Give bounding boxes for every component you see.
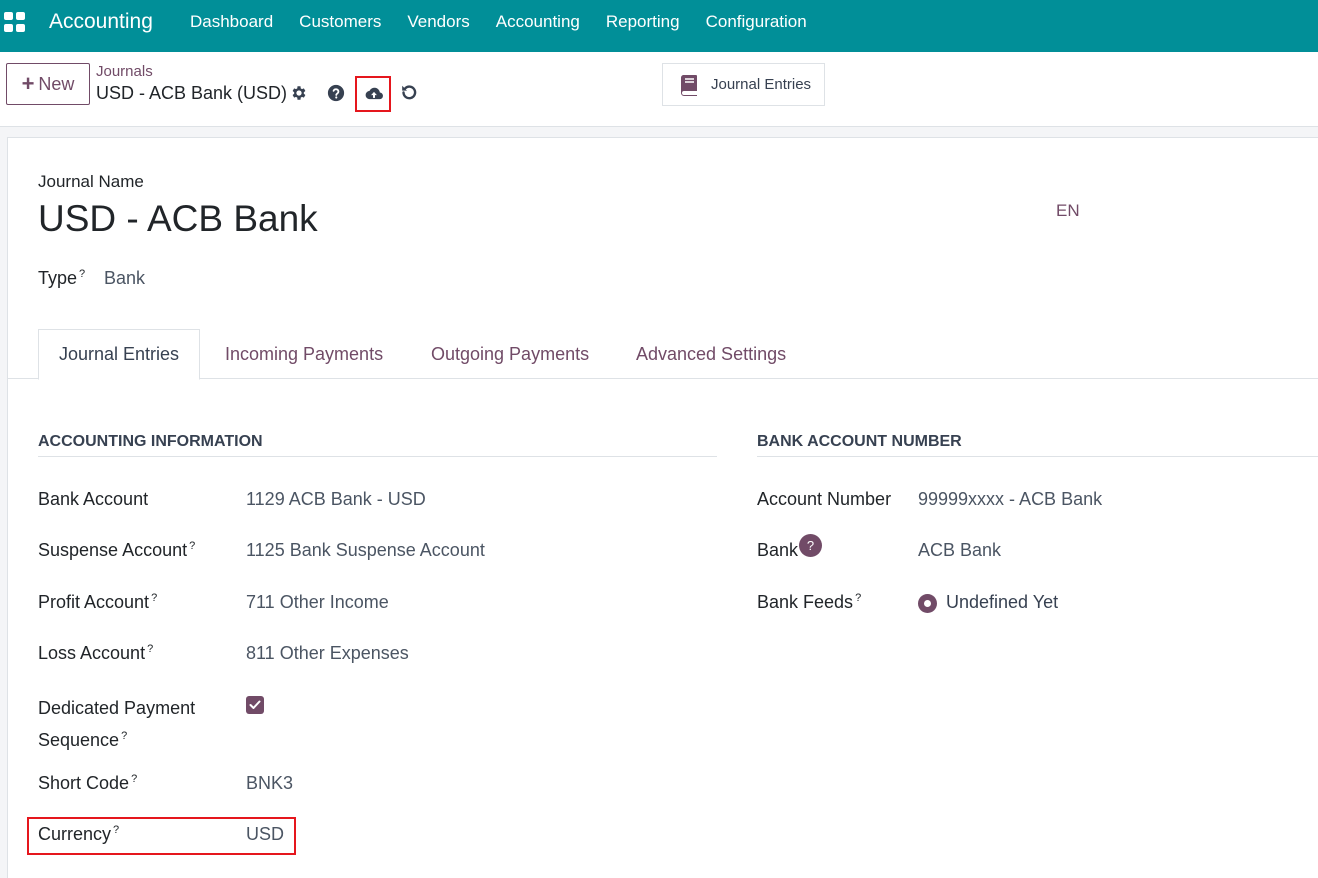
bank-label: Bank [757, 540, 799, 560]
short-code-label: Short Code? [38, 773, 138, 793]
menu-item-reporting[interactable]: Reporting [606, 12, 680, 32]
breadcrumb-journals[interactable]: Journals [96, 63, 153, 80]
loss-account-field[interactable]: 811 Other Expenses [246, 643, 409, 664]
type-field[interactable]: Bank [104, 268, 145, 289]
account-number-field[interactable]: 99999xxxx - ACB Bank [918, 489, 1102, 510]
main-menu: Dashboard Customers Vendors Accounting R… [190, 12, 833, 32]
journal-name-field[interactable]: USD - ACB Bank [38, 198, 318, 240]
help-tooltip-icon[interactable]: ? [121, 730, 127, 742]
bank-account-number-title: BANK ACCOUNT NUMBER [757, 433, 1318, 457]
bank-field[interactable]: ACB Bank [918, 540, 1001, 561]
dedicated-payment-sequence-label: Dedicated Payment Sequence? [38, 698, 196, 750]
profit-account-label: Profit Account? [38, 592, 158, 612]
tab-outgoing-payments[interactable]: Outgoing Payments [431, 329, 589, 379]
help-icon[interactable] [326, 83, 346, 103]
accounting-information-title: ACCOUNTING INFORMATION [38, 433, 717, 457]
bank-feeds-option-label[interactable]: Undefined Yet [946, 592, 1058, 613]
tab-incoming-payments[interactable]: Incoming Payments [225, 329, 383, 379]
new-button-label: New [38, 73, 75, 94]
menu-item-accounting[interactable]: Accounting [496, 12, 580, 32]
help-tooltip-icon[interactable]: ? [189, 540, 195, 552]
breadcrumb-current: USD - ACB Bank (USD) [96, 83, 288, 103]
short-code-field[interactable]: BNK3 [246, 773, 293, 794]
book-icon [677, 73, 701, 97]
help-tooltip-icon[interactable]: ? [151, 592, 157, 604]
journal-name-label: Journal Name [38, 172, 144, 191]
tab-advanced-settings[interactable]: Advanced Settings [636, 329, 786, 379]
help-tooltip-icon[interactable]: ? [147, 643, 153, 655]
top-navbar: Accounting Dashboard Customers Vendors A… [0, 0, 1318, 52]
control-panel: + New Journals USD - ACB Bank (USD) Jour… [0, 52, 1318, 127]
help-tooltip-icon[interactable]: ? [131, 773, 137, 785]
suspense-account-label: Suspense Account? [38, 540, 196, 560]
bank-account-field[interactable]: 1129 ACB Bank - USD [246, 489, 426, 510]
loss-account-label: Loss Account? [38, 643, 154, 663]
menu-item-dashboard[interactable]: Dashboard [190, 12, 273, 32]
gear-icon[interactable] [289, 83, 309, 103]
form-sheet: Journal Name USD - ACB Bank EN Type? Ban… [7, 137, 1318, 878]
currency-label: Currency? [38, 824, 120, 844]
save-highlight [355, 76, 391, 112]
plus-icon: + [21, 71, 35, 96]
menu-item-vendors[interactable]: Vendors [407, 12, 469, 32]
discard-icon[interactable] [398, 82, 420, 104]
currency-field[interactable]: USD [246, 824, 284, 845]
menu-item-configuration[interactable]: Configuration [706, 12, 807, 32]
bank-help-icon[interactable]: ? [799, 534, 822, 557]
type-label: Type? [38, 268, 86, 288]
suspense-account-field[interactable]: 1125 Bank Suspense Account [246, 540, 485, 561]
apps-menu-icon[interactable] [4, 12, 26, 32]
cloud-upload-icon[interactable] [364, 85, 384, 103]
tab-journal-entries[interactable]: Journal Entries [38, 329, 201, 380]
account-number-label: Account Number [757, 489, 892, 509]
menu-item-customers[interactable]: Customers [299, 12, 381, 32]
bank-feeds-label: Bank Feeds? [757, 592, 862, 612]
journal-entries-smart-button[interactable]: Journal Entries [662, 63, 825, 106]
help-tooltip-icon[interactable]: ? [79, 268, 85, 280]
bank-account-label: Bank Account [38, 489, 149, 509]
bank-feeds-radio[interactable] [918, 594, 937, 613]
smart-button-label: Journal Entries [711, 76, 812, 93]
help-tooltip-icon[interactable]: ? [113, 824, 119, 836]
language-button[interactable]: EN [1056, 201, 1080, 221]
app-title[interactable]: Accounting [49, 10, 153, 34]
new-button[interactable]: + New [6, 63, 90, 105]
help-tooltip-icon[interactable]: ? [855, 592, 861, 604]
profit-account-field[interactable]: 711 Other Income [246, 592, 389, 613]
dedicated-payment-sequence-checkbox[interactable] [246, 696, 264, 714]
notebook-tabs: Journal Entries Incoming Payments Outgoi… [8, 329, 1318, 380]
